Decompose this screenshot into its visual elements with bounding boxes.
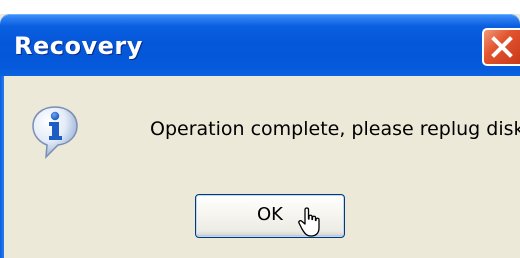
title-bar[interactable]: Recovery [0,14,520,76]
window-title: Recovery [14,32,143,60]
close-button[interactable] [482,28,520,66]
window-border [0,76,4,258]
mouse-pointer-icon [298,207,320,237]
message-text: Operation complete, please replug disk [150,118,520,140]
close-icon [491,36,513,58]
dialog-window: Recovery Operation complete, please repl… [0,14,520,258]
info-icon [32,106,78,159]
